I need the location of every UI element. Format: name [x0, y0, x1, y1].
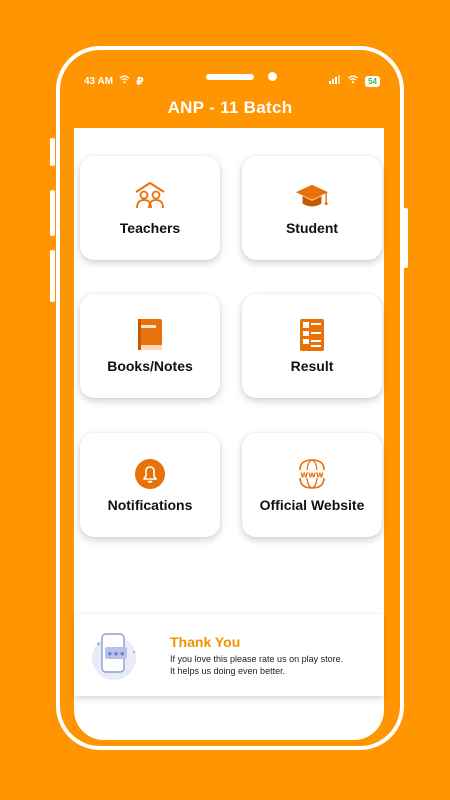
- svg-text:✦: ✦: [96, 641, 101, 648]
- status-bar: 43 AM ₽ 54: [84, 74, 380, 88]
- books-notes-label: Books/Notes: [107, 358, 193, 374]
- phone-volume-button: [50, 190, 55, 236]
- banner-text: Thank You If you love this please rate u…: [166, 634, 343, 677]
- app-title: ANP - 11 Batch: [167, 98, 293, 117]
- teachers-card[interactable]: Teachers: [80, 156, 220, 260]
- banner-line-2: It helps us doing even better.: [170, 665, 286, 676]
- phone-frame: 43 AM ₽ 54 ANP - 11 Batch Teachers Stude…: [56, 46, 404, 750]
- phone-volume-button: [50, 138, 55, 166]
- wifi-icon: [119, 75, 130, 87]
- main-content: Teachers Student Books/Notes Result Noti…: [74, 128, 384, 740]
- signal-icon: [329, 75, 341, 87]
- notifications-card[interactable]: Notifications: [80, 433, 220, 537]
- books-notes-card[interactable]: Books/Notes: [80, 294, 220, 398]
- battery-indicator: 54: [365, 75, 380, 87]
- result-sheet-icon: [295, 318, 329, 352]
- bell-icon: [133, 457, 167, 491]
- banner-title: Thank You: [170, 633, 241, 650]
- teachers-label: Teachers: [119, 220, 181, 236]
- svg-text:www: www: [300, 471, 324, 481]
- status-time: 43 AM: [84, 75, 114, 87]
- official-website-card[interactable]: www Official Website: [242, 433, 382, 537]
- banner-line-1: If you love this please rate us on play …: [170, 653, 344, 664]
- student-card[interactable]: Student: [242, 156, 382, 260]
- result-card[interactable]: Result: [242, 294, 382, 398]
- teachers-icon: [133, 180, 167, 214]
- book-icon: [133, 318, 167, 352]
- wifi-icon: [347, 75, 359, 87]
- rate-us-banner[interactable]: ★★★ ✦ ✦ Thank You If you love this pleas…: [74, 614, 384, 696]
- student-label: Student: [285, 220, 339, 236]
- rate-phone-illustration: ★★★ ✦ ✦: [74, 614, 166, 696]
- www-globe-icon: www: [295, 457, 329, 491]
- notifications-label: Notifications: [107, 497, 193, 513]
- result-label: Result: [290, 358, 334, 374]
- notification-p-icon: ₽: [136, 75, 144, 88]
- graduation-cap-icon: [295, 180, 329, 214]
- svg-text:✦: ✦: [132, 650, 136, 656]
- svg-text:★★★: ★★★: [107, 650, 126, 658]
- phone-volume-button: [50, 250, 55, 302]
- official-website-label: Official Website: [259, 497, 365, 513]
